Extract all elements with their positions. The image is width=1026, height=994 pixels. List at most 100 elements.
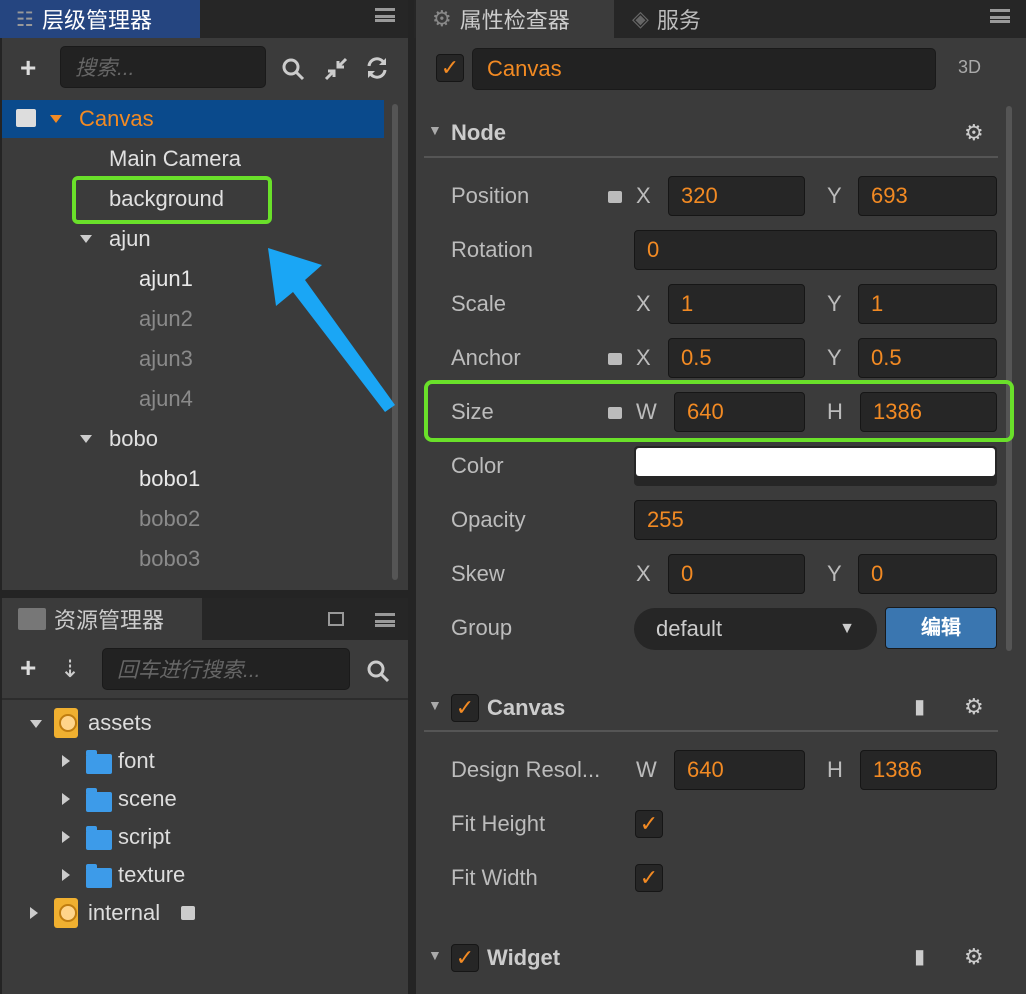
gear-icon[interactable]: ⚙ xyxy=(964,694,984,720)
asset-item[interactable]: script xyxy=(0,818,400,856)
color-picker[interactable] xyxy=(634,446,997,486)
axis-label: X xyxy=(636,345,651,370)
prop-label: Scale xyxy=(451,291,507,316)
inspector-menu-icon[interactable] xyxy=(990,9,1010,23)
book-icon[interactable]: ▮ xyxy=(914,694,925,719)
value-input[interactable]: 0 xyxy=(634,230,997,270)
assets-search-input[interactable]: 回车进行搜索... xyxy=(102,648,350,690)
sort-icon[interactable]: ⇣ xyxy=(60,655,80,684)
asset-label: assets xyxy=(88,710,152,735)
edit-button[interactable]: 编辑 xyxy=(885,607,997,649)
axis-label: W xyxy=(636,757,657,782)
tree-item[interactable]: bobo1 xyxy=(0,459,380,499)
chevron-right-icon[interactable] xyxy=(30,907,38,919)
search-icon[interactable] xyxy=(281,57,305,81)
input-h[interactable]: 1386 xyxy=(860,750,997,790)
tab-inspector[interactable]: ⚙ 属性检查器 xyxy=(416,0,614,38)
book-icon[interactable]: ▮ xyxy=(914,944,925,969)
tree-item-label: ajun xyxy=(109,226,151,251)
asset-item[interactable]: internal xyxy=(0,894,400,932)
dropdown-arrow-icon: ▼ xyxy=(839,620,855,637)
asset-item[interactable]: texture xyxy=(0,856,400,894)
lock-icon[interactable] xyxy=(608,353,622,365)
lock-icon[interactable] xyxy=(608,191,622,203)
group-select[interactable]: default ▼ xyxy=(634,608,877,650)
prop-label: Fit Width xyxy=(451,865,538,890)
tree-item[interactable]: bobo2 xyxy=(0,499,380,539)
checkbox[interactable]: ✓ xyxy=(635,810,663,838)
search-icon[interactable] xyxy=(366,659,390,683)
highlight-box-size xyxy=(424,380,1014,442)
collapse-triangle-icon[interactable]: ▼ xyxy=(428,947,442,963)
asset-label: texture xyxy=(118,862,186,887)
input-w[interactable]: 640 xyxy=(674,750,805,790)
node-name-input[interactable]: Canvas xyxy=(472,48,936,90)
tree-item-label: bobo3 xyxy=(139,546,201,571)
hierarchy-search-input[interactable]: 搜索... xyxy=(60,46,266,88)
input-y[interactable]: 0 xyxy=(858,554,997,594)
value-input[interactable]: 255 xyxy=(634,500,997,540)
tab-assets[interactable]: 资源管理器 xyxy=(2,598,202,640)
arrow-annotation xyxy=(268,248,395,412)
plus-icon[interactable]: + xyxy=(20,52,36,84)
chevron-down-icon[interactable] xyxy=(80,435,92,443)
tree-item-label: bobo2 xyxy=(139,506,201,531)
collapse-icon[interactable] xyxy=(324,57,348,81)
input-y[interactable]: 693 xyxy=(858,176,997,216)
gear-icon: ⚙ xyxy=(432,6,452,31)
tree-item-label: bobo xyxy=(109,426,158,451)
chevron-right-icon[interactable] xyxy=(62,755,70,767)
node-section-title[interactable]: Node xyxy=(451,120,506,146)
checkbox[interactable]: ✓ xyxy=(635,864,663,892)
refresh-icon[interactable] xyxy=(365,56,389,80)
tree-item-label: Canvas xyxy=(79,106,154,131)
tab-services[interactable]: ◈ 服务 xyxy=(616,0,796,38)
chevron-right-icon[interactable] xyxy=(62,831,70,843)
highlight-box-background xyxy=(72,176,272,224)
widget-component-checkbox[interactable]: ✓ xyxy=(451,944,479,972)
tree-item[interactable]: bobo xyxy=(0,419,380,459)
divider xyxy=(2,698,408,700)
axis-label: X xyxy=(636,183,651,208)
popout-icon[interactable] xyxy=(328,612,344,626)
chevron-down-icon[interactable] xyxy=(30,720,42,728)
asset-item[interactable]: scene xyxy=(0,780,400,818)
gear-icon[interactable]: ⚙ xyxy=(964,120,984,146)
hierarchy-menu-icon[interactable] xyxy=(375,8,395,22)
canvas-component-checkbox[interactable]: ✓ xyxy=(451,694,479,722)
node-active-checkbox[interactable]: ✓ xyxy=(436,54,464,82)
gear-icon[interactable]: ⚙ xyxy=(964,944,984,970)
collapse-triangle-icon[interactable]: ▼ xyxy=(428,697,442,713)
input-y[interactable]: 1 xyxy=(858,284,997,324)
canvas-section-title[interactable]: Canvas xyxy=(487,695,565,721)
prop-label: Design Resol... xyxy=(451,757,601,782)
chevron-right-icon[interactable] xyxy=(62,869,70,881)
tree-item[interactable]: Canvas xyxy=(16,99,396,139)
widget-section-title[interactable]: Widget xyxy=(487,945,560,971)
folder-icon xyxy=(86,864,112,888)
unlock-icon[interactable] xyxy=(16,109,36,127)
input-x[interactable]: 1 xyxy=(668,284,805,324)
chevron-down-icon[interactable] xyxy=(50,115,62,123)
chevron-right-icon[interactable] xyxy=(62,793,70,805)
tree-item[interactable]: bobo3 xyxy=(0,539,380,579)
input-x[interactable]: 320 xyxy=(668,176,805,216)
input-x[interactable]: 0 xyxy=(668,554,805,594)
plus-icon[interactable]: + xyxy=(20,652,36,684)
input-x[interactable]: 0.5 xyxy=(668,338,805,378)
folder-icon xyxy=(18,608,46,630)
assets-menu-icon[interactable] xyxy=(375,613,395,627)
folder-icon xyxy=(86,750,112,774)
asset-label: font xyxy=(118,748,155,773)
asset-item[interactable]: assets xyxy=(0,704,400,742)
axis-label: Y xyxy=(827,345,842,370)
chevron-down-icon[interactable] xyxy=(80,235,92,243)
collapse-triangle-icon[interactable]: ▼ xyxy=(428,122,442,138)
inspector-scrollbar[interactable] xyxy=(1006,106,1012,651)
prop-label: Fit Height xyxy=(451,811,546,836)
3d-toggle[interactable]: 3D xyxy=(958,57,981,78)
asset-item[interactable]: font xyxy=(0,742,400,780)
tree-item[interactable]: Main Camera xyxy=(0,139,380,179)
input-y[interactable]: 0.5 xyxy=(858,338,997,378)
tab-hierarchy[interactable]: ☷ 层级管理器 xyxy=(0,0,200,38)
